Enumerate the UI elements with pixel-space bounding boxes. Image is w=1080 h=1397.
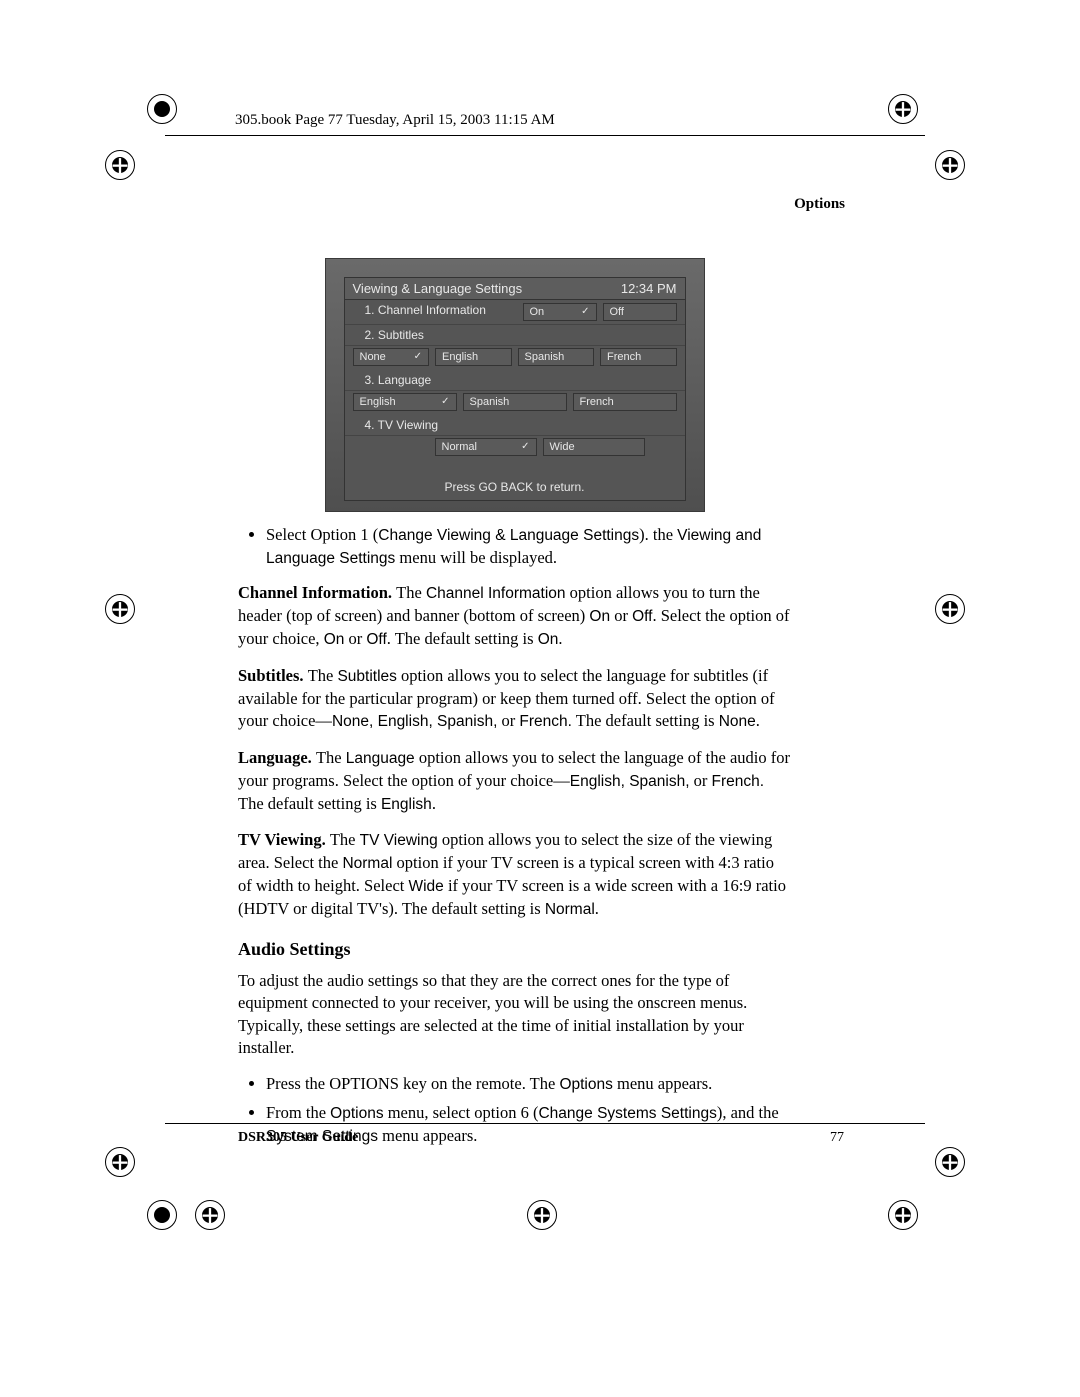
bullet-press-options: Press the OPTIONS key on the remote. The… xyxy=(266,1073,791,1096)
reg-mark-icon xyxy=(935,1147,965,1177)
option-french: French xyxy=(573,393,677,411)
book-stamp: 305.book Page 77 Tuesday, April 15, 2003… xyxy=(235,112,555,129)
page-content: Viewing & Language Settings 12:34 PM 1. … xyxy=(238,258,791,1160)
option-french: French xyxy=(600,348,677,366)
option-on: On xyxy=(523,303,597,321)
paragraph-audio-intro: To adjust the audio settings so that the… xyxy=(238,970,791,1059)
menu-item-language: 3. Language xyxy=(345,370,685,391)
bullet-select-option-1: Select Option 1 (Change Viewing & Langua… xyxy=(266,524,791,570)
option-english: English xyxy=(353,393,457,411)
reg-mark-icon xyxy=(527,1200,557,1230)
section-heading: Options xyxy=(794,196,845,213)
option-wide: Wide xyxy=(543,438,645,456)
option-english: English xyxy=(435,348,512,366)
reg-mark-icon xyxy=(105,594,135,624)
menu-title: Viewing & Language Settings xyxy=(353,281,523,296)
reg-mark-icon xyxy=(935,594,965,624)
footer-guide-name: DSR305 User Guide xyxy=(238,1130,358,1146)
footer-page-number: 77 xyxy=(830,1130,844,1146)
reg-mark-icon xyxy=(195,1200,225,1230)
reg-mark-icon xyxy=(105,1147,135,1177)
menu-item-channel-info: 1. Channel Information xyxy=(365,303,517,321)
reg-mark-icon xyxy=(147,94,177,124)
reg-mark-icon xyxy=(888,94,918,124)
option-normal: Normal xyxy=(435,438,537,456)
paragraph-subtitles: Subtitles. The Subtitles option allows y… xyxy=(238,665,791,733)
settings-menu-screenshot: Viewing & Language Settings 12:34 PM 1. … xyxy=(325,258,705,512)
menu-footer-hint: Press GO BACK to return. xyxy=(345,474,685,500)
reg-mark-icon xyxy=(147,1200,177,1230)
option-off: Off xyxy=(603,303,677,321)
reg-mark-icon xyxy=(888,1200,918,1230)
paragraph-language: Language. The Language option allows you… xyxy=(238,747,791,816)
option-none: None xyxy=(353,348,430,366)
heading-audio-settings: Audio Settings xyxy=(238,939,791,960)
crop-border-top xyxy=(165,135,925,136)
reg-mark-icon xyxy=(105,150,135,180)
reg-mark-icon xyxy=(935,150,965,180)
option-spanish: Spanish xyxy=(463,393,567,411)
option-spanish: Spanish xyxy=(518,348,595,366)
paragraph-tv-viewing: TV Viewing. The TV Viewing option allows… xyxy=(238,829,791,921)
menu-time: 12:34 PM xyxy=(621,281,677,296)
paragraph-channel-information: Channel Information. The Channel Informa… xyxy=(238,582,791,651)
menu-item-tv-viewing: 4. TV Viewing xyxy=(345,415,685,436)
menu-item-subtitles: 2. Subtitles xyxy=(345,325,685,346)
